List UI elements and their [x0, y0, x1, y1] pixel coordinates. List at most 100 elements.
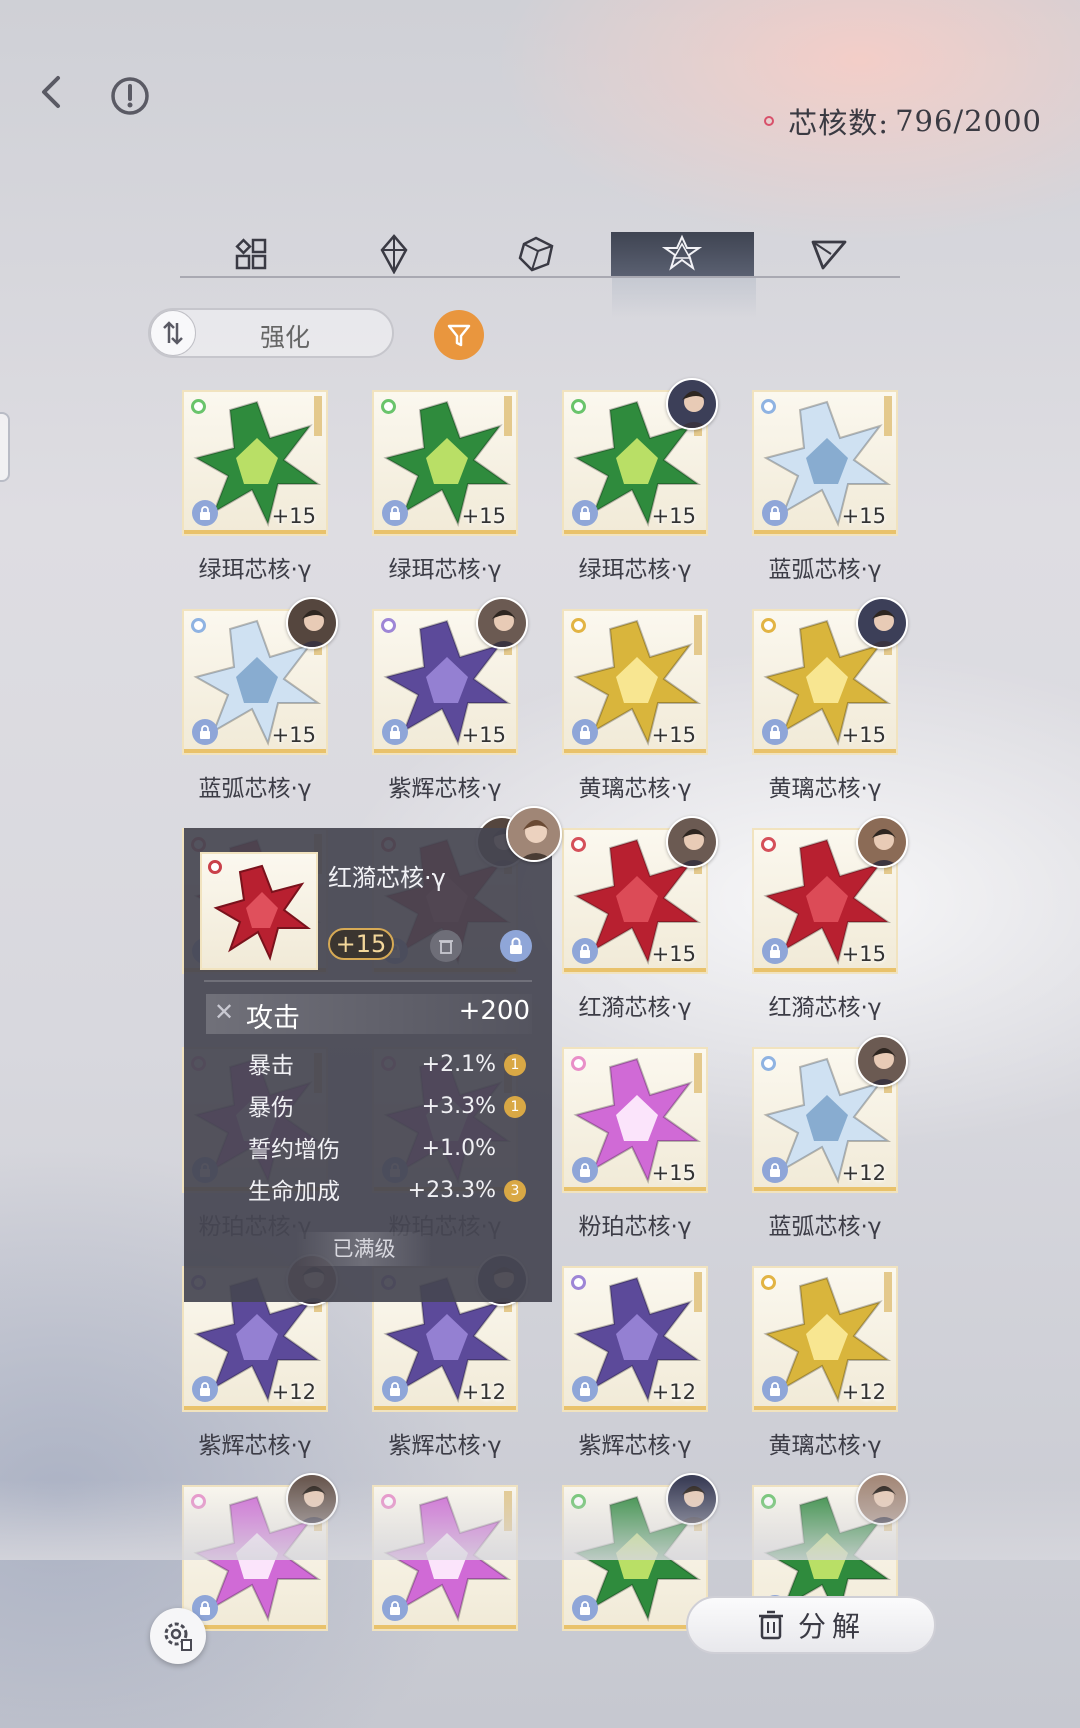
lock-icon[interactable] [382, 1376, 408, 1402]
lock-icon [510, 937, 522, 954]
lock-icon[interactable] [192, 500, 218, 526]
card-bottom-bar [184, 1625, 326, 1629]
card-level: +15 [271, 723, 316, 747]
character-avatar [856, 1035, 908, 1087]
popup-lock-button[interactable] [500, 930, 532, 962]
core-card[interactable]: +15 [562, 1047, 708, 1193]
sort-label: 强化 [259, 323, 310, 352]
main-stat-label: 攻击 [246, 1003, 300, 1034]
info-button[interactable] [108, 74, 152, 118]
lock-icon[interactable] [382, 1595, 408, 1621]
card-level: +15 [461, 504, 506, 528]
card-bottom-bar [184, 530, 326, 534]
lock-icon[interactable] [572, 1157, 598, 1183]
upgrade-count-badge: 3 [504, 1180, 526, 1202]
lock-icon[interactable] [572, 938, 598, 964]
lock-icon[interactable] [192, 1376, 218, 1402]
trash-icon [758, 1610, 783, 1640]
red-core-gem-icon [213, 864, 311, 961]
card-bottom-bar [184, 749, 326, 753]
all-icon [235, 238, 267, 270]
core-count-value: 796/2000 [895, 104, 1042, 138]
active-tab-glow [612, 278, 756, 318]
lock-icon[interactable] [762, 1376, 788, 1402]
exclamation-icon [111, 77, 149, 115]
card-bottom-bar [184, 1406, 326, 1410]
popup-core-name: 红漪芯核·γ [328, 864, 446, 892]
core-card-name: 蓝弧芯核·γ [768, 1214, 882, 1240]
lock-icon[interactable] [572, 1376, 598, 1402]
lock-icon[interactable] [762, 719, 788, 745]
core-card-name: 紫辉芯核·γ [388, 776, 502, 802]
core-card-name: 绿珥芯核·γ [198, 557, 312, 583]
upgrade-count-badge: 1 [504, 1096, 526, 1118]
card-level: +12 [651, 1380, 696, 1404]
character-avatar [856, 597, 908, 649]
character-avatar [856, 816, 908, 868]
card-level: +15 [651, 723, 696, 747]
category-tabs [180, 232, 900, 278]
popup-character-avatar [506, 806, 562, 862]
card-bottom-bar [564, 1406, 706, 1410]
tab-all[interactable] [180, 232, 322, 276]
decompose-button[interactable]: 分解 [686, 1596, 936, 1654]
lock-icon[interactable] [572, 719, 598, 745]
sub-stat-label: 暴伤 [248, 1095, 294, 1121]
sub-stat-value: +2.1% [421, 1052, 496, 1077]
popup-core-thumbnail [200, 852, 318, 970]
lock-icon[interactable] [572, 1595, 598, 1621]
core-card[interactable]: +15 [372, 390, 518, 536]
core-card[interactable]: +12 [562, 1266, 708, 1412]
popup-divider [204, 980, 532, 982]
character-avatar [666, 816, 718, 868]
card-bottom-bar [564, 1625, 706, 1629]
core-card-name: 蓝弧芯核·γ [198, 776, 312, 802]
core-card-name: 绿珥芯核·γ [388, 557, 502, 583]
core-card[interactable]: +15 [752, 390, 898, 536]
cube-icon [518, 236, 554, 272]
sort-order-toggle[interactable] [150, 310, 196, 356]
lock-icon[interactable] [762, 500, 788, 526]
chevron-left-icon [42, 76, 60, 108]
core-card-name: 蓝弧芯核·γ [768, 557, 882, 583]
core-card[interactable]: +12 [752, 1266, 898, 1412]
lock-icon[interactable] [382, 719, 408, 745]
tab-cube[interactable] [465, 232, 607, 276]
character-avatar [286, 597, 338, 649]
lock-icon[interactable] [762, 1157, 788, 1183]
core-card[interactable]: +15 [182, 390, 328, 536]
core-card-name: 绿珥芯核·γ [578, 557, 692, 583]
sub-stat-label: 生命加成 [248, 1179, 340, 1205]
lock-icon[interactable] [192, 719, 218, 745]
filter-button[interactable] [434, 310, 484, 360]
card-bottom-bar [754, 968, 896, 972]
back-button[interactable] [30, 70, 74, 114]
triangle-icon [811, 240, 847, 270]
lock-icon[interactable] [382, 500, 408, 526]
decompose-label: 分解 [797, 1610, 866, 1643]
card-bottom-bar [374, 1406, 516, 1410]
card-level: +15 [651, 1161, 696, 1185]
card-level: +12 [271, 1380, 316, 1404]
core-count-label: 芯核数: [788, 106, 890, 140]
core-card-name: 黄璃芯核·γ [768, 1433, 882, 1459]
card-bottom-bar [754, 749, 896, 753]
core-card[interactable]: +15 [562, 609, 708, 755]
card-level: +15 [651, 942, 696, 966]
lock-icon[interactable] [572, 500, 598, 526]
tab-triangle[interactable] [758, 232, 900, 276]
tab-star-cluster[interactable] [611, 232, 754, 276]
card-bottom-bar [564, 1187, 706, 1191]
card-level: +15 [841, 942, 886, 966]
core-card-name: 紫辉芯核·γ [198, 1433, 312, 1459]
auto-decompose-settings-button[interactable] [150, 1608, 206, 1664]
card-bottom-bar [564, 749, 706, 753]
side-drawer-handle[interactable] [0, 412, 10, 482]
popup-core-level: +15 [328, 928, 394, 960]
card-level: +15 [841, 504, 886, 528]
tab-diamond[interactable] [322, 232, 464, 276]
popup-discard-button[interactable] [430, 930, 462, 962]
card-bottom-bar [564, 968, 706, 972]
sub-stat-value: +3.3% [421, 1094, 496, 1119]
lock-icon[interactable] [762, 938, 788, 964]
